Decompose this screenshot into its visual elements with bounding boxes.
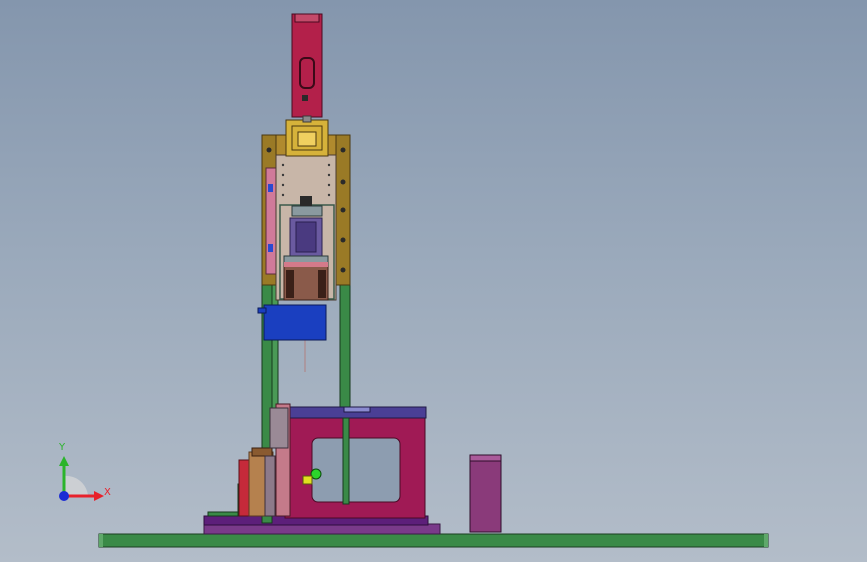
base-rail[interactable]	[98, 533, 769, 548]
cylinder-port	[302, 95, 308, 101]
side-canister[interactable]	[469, 454, 502, 533]
blue-sensor-bottom	[268, 244, 273, 252]
coordinate-triad: Y X	[40, 438, 130, 518]
purple-actuator-core	[295, 221, 317, 253]
yellow-fitting	[302, 475, 313, 485]
z-axis-dot-icon	[59, 491, 69, 501]
x-axis-arrow-icon	[94, 491, 104, 501]
gray-clamp-upper	[291, 205, 323, 217]
red-cylinder[interactable]	[291, 13, 323, 118]
cad-viewport[interactable]: Y X	[0, 0, 867, 562]
y-axis-arrow-icon	[59, 456, 69, 466]
blue-motor[interactable]	[263, 304, 327, 341]
plate-red[interactable]	[238, 459, 250, 517]
plate-gray	[264, 455, 276, 517]
housing-window	[311, 437, 401, 503]
dark-inset-right	[318, 270, 326, 298]
cylinder-rod	[302, 115, 312, 123]
cylinder-cap	[294, 13, 320, 23]
triad-svg	[59, 456, 104, 501]
frame-column-inner	[271, 282, 279, 414]
base-rail-end-right	[764, 534, 768, 547]
blue-motor-tab	[257, 307, 267, 314]
y-axis-label: Y	[59, 442, 66, 453]
pink-band	[284, 262, 328, 267]
x-axis-label: X	[104, 487, 111, 498]
plate-brown	[251, 447, 273, 457]
pink-side-rail[interactable]	[265, 167, 277, 275]
assembly-model[interactable]	[0, 0, 867, 562]
blue-sensor-top	[268, 184, 273, 192]
gold-yoke-slot	[297, 131, 317, 147]
housing-bracket	[269, 407, 289, 449]
dark-inset-left	[286, 270, 294, 298]
black-nut	[300, 196, 312, 206]
side-canister-cap	[469, 454, 502, 462]
green-stem	[342, 417, 350, 505]
base-rail-end-left	[99, 534, 103, 547]
housing-top-slot	[343, 406, 371, 413]
